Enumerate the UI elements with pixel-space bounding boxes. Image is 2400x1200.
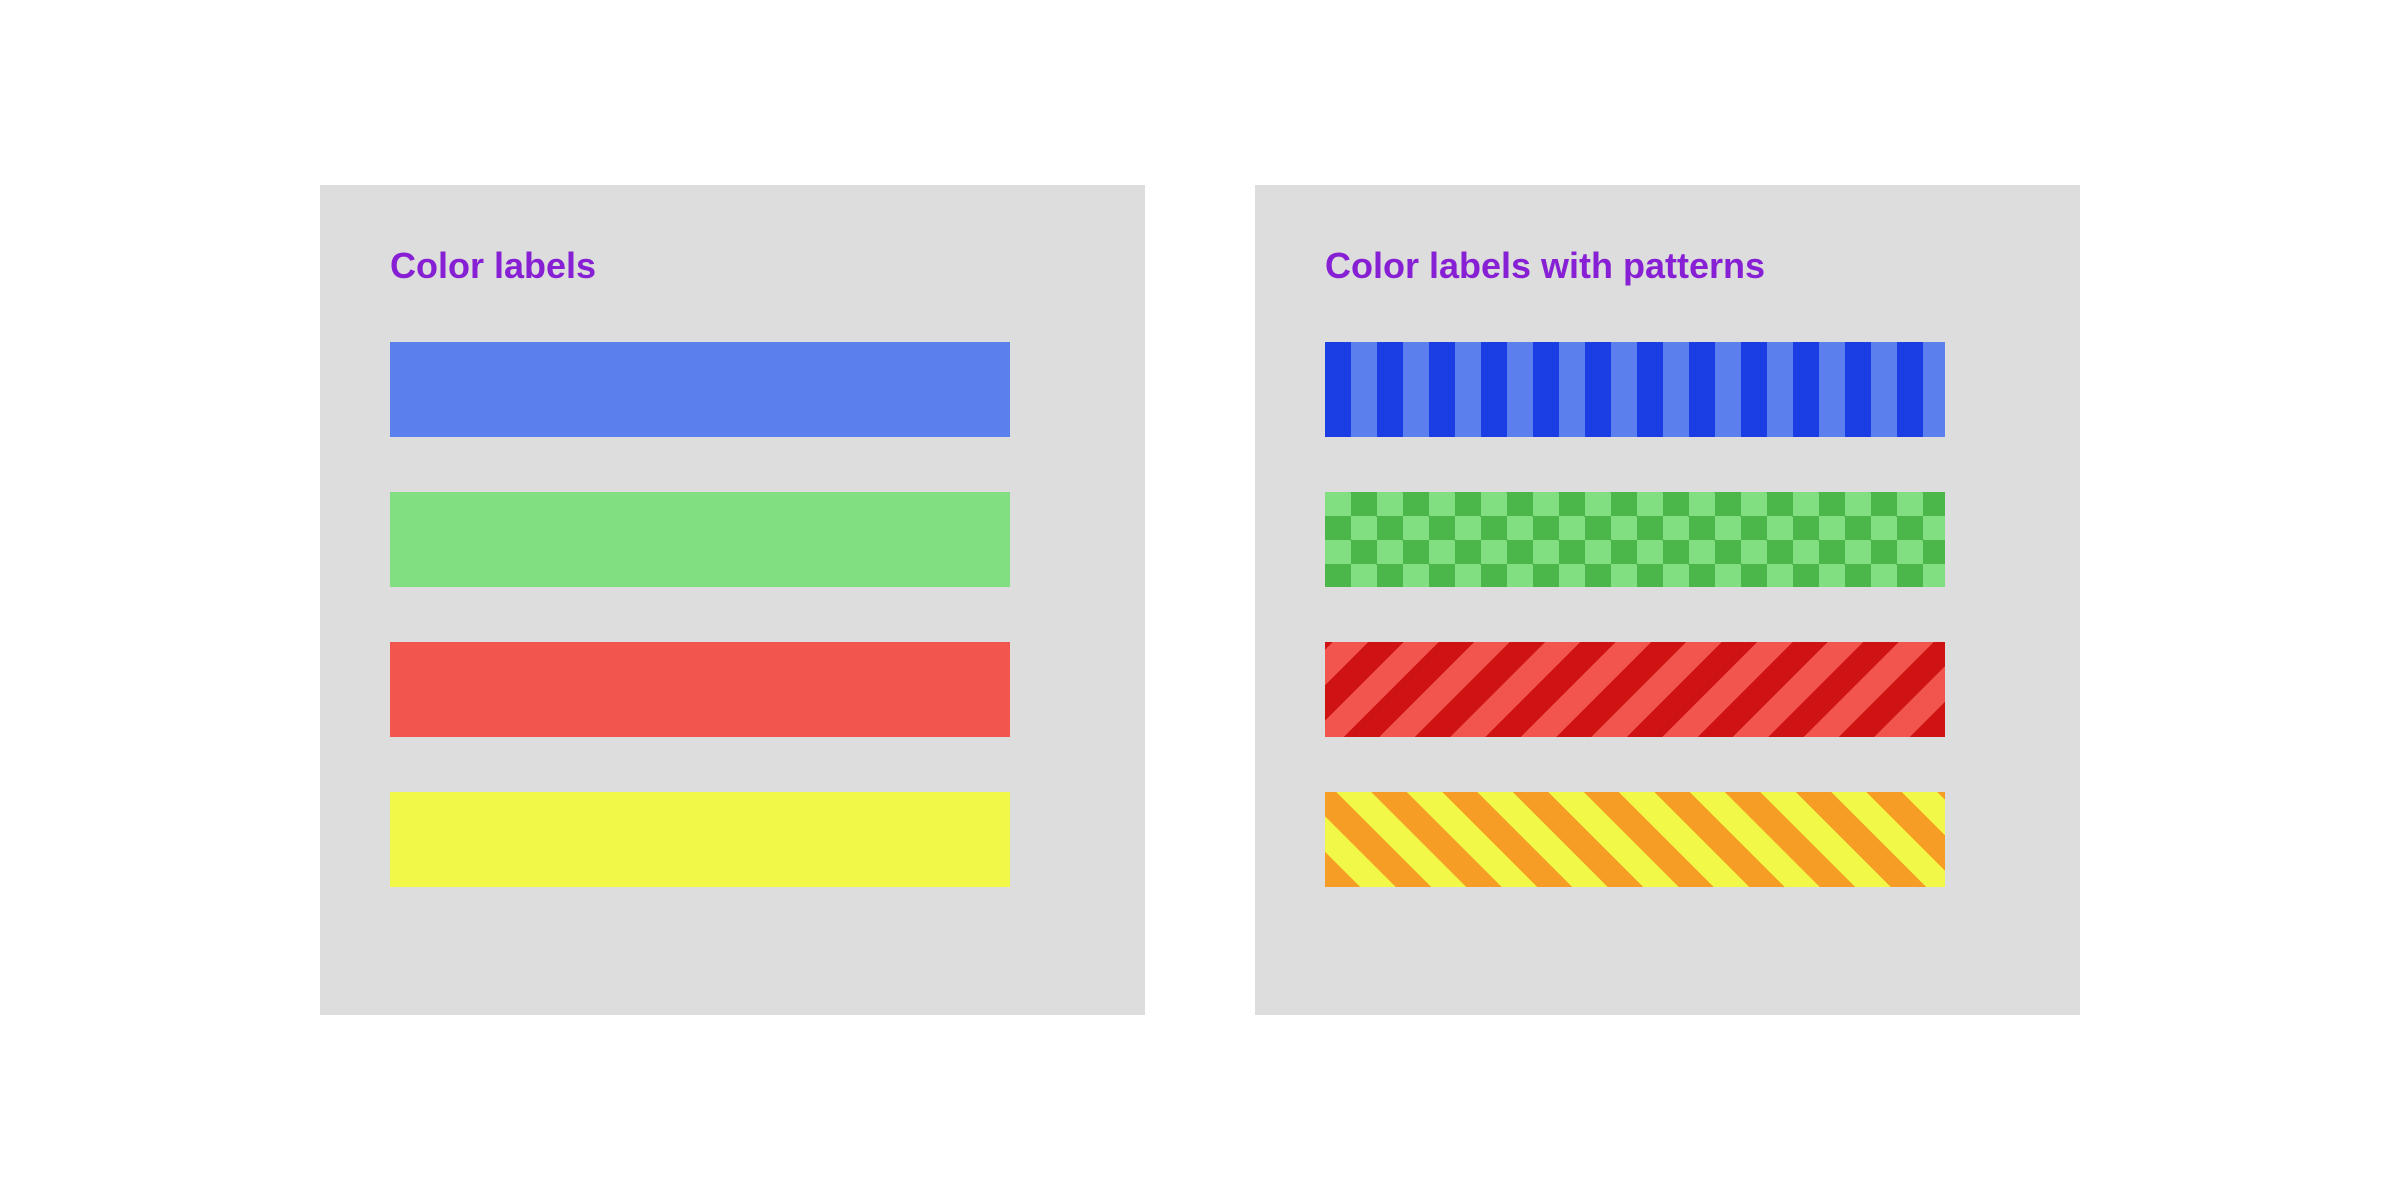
swatch-red: [390, 642, 1010, 737]
swatch-blue-striped: [1325, 342, 1945, 437]
panel-color-labels: Color labels: [320, 185, 1145, 1015]
panel-title-right: Color labels with patterns: [1325, 245, 2010, 287]
panel-title-left: Color labels: [390, 245, 1075, 287]
swatch-yellow: [390, 792, 1010, 887]
swatch-red-diagonal: [1325, 642, 1945, 737]
swatch-yellow-diagonal: [1325, 792, 1945, 887]
swatch-blue: [390, 342, 1010, 437]
swatch-green-checker: [1325, 492, 1945, 587]
panel-color-labels-patterns: Color labels with patterns: [1255, 185, 2080, 1015]
swatch-green: [390, 492, 1010, 587]
